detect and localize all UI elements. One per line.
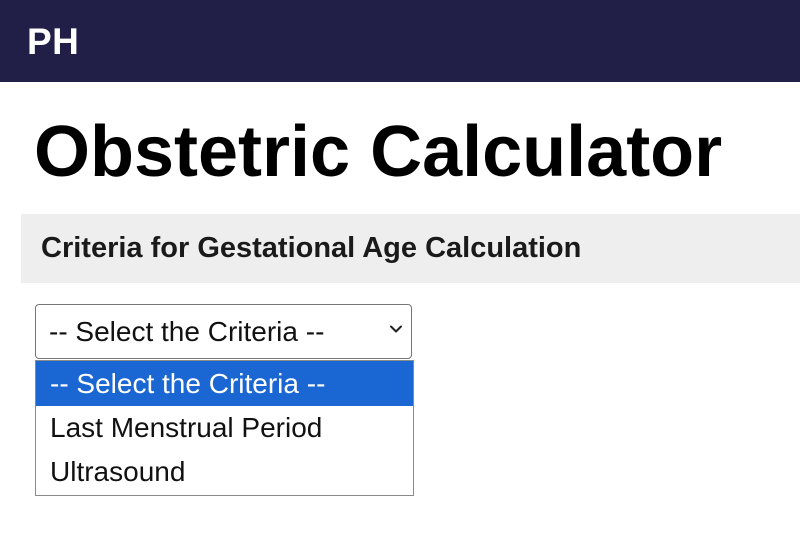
section-header: Criteria for Gestational Age Calculation bbox=[21, 214, 800, 283]
criteria-select[interactable]: -- Select the Criteria -- bbox=[35, 304, 412, 359]
logo[interactable]: PH bbox=[27, 23, 79, 60]
criteria-select-value: -- Select the Criteria -- bbox=[49, 315, 325, 347]
criteria-dropdown-list: -- Select the Criteria -- Last Menstrual… bbox=[35, 360, 414, 496]
criteria-option-last-menstrual-period[interactable]: Last Menstrual Period bbox=[36, 406, 413, 450]
section-title: Criteria for Gestational Age Calculation bbox=[41, 232, 582, 264]
chevron-down-icon bbox=[390, 325, 402, 333]
page-title: Obstetric Calculator bbox=[34, 112, 723, 192]
criteria-option-placeholder[interactable]: -- Select the Criteria -- bbox=[36, 361, 413, 406]
top-navigation-bar: PH bbox=[0, 0, 800, 82]
criteria-option-ultrasound[interactable]: Ultrasound bbox=[36, 450, 413, 494]
